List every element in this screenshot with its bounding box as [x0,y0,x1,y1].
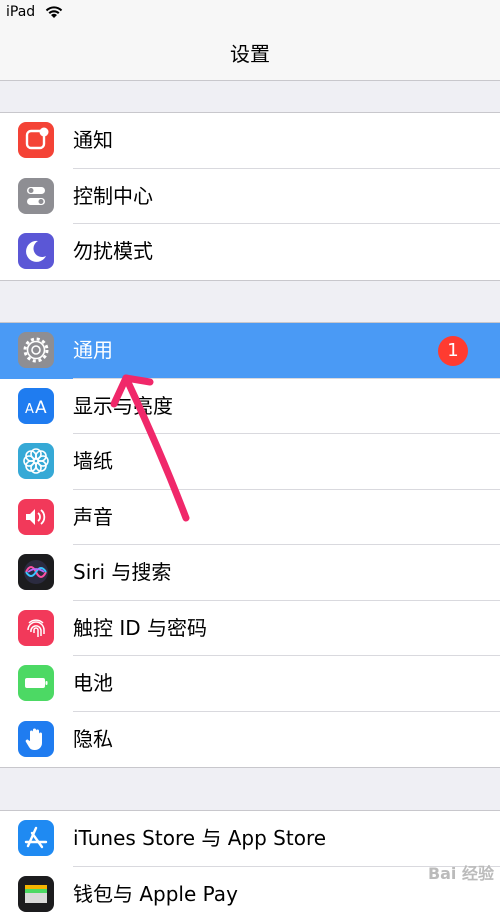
navigation-bar: 设置 [0,26,500,81]
moon-icon [18,233,54,269]
settings-row-battery[interactable]: 电池 [0,656,500,712]
hand-icon [18,721,54,757]
row-label: 电池 [73,656,113,711]
watermark: Bai 经验 [428,860,494,884]
carrier-label: iPad [6,4,35,20]
row-label: 显示与亮度 [73,379,173,434]
fingerprint-icon [18,610,54,646]
settings-row-control-center[interactable]: 控制中心 [0,169,500,225]
settings-group-3: iTunes Store 与 App Store 钱包与 Apple Pay [0,810,500,922]
svg-text:A: A [35,398,47,418]
settings-row-siri-search[interactable]: Siri 与搜索 [0,545,500,601]
row-label: 勿扰模式 [73,224,153,279]
row-label: 钱包与 Apple Pay [73,867,238,922]
display-brightness-icon: A A [18,388,54,424]
settings-group-1: 通知 控制中心 勿扰模式 [0,112,500,281]
settings-row-sounds[interactable]: 声音 [0,490,500,546]
settings-row-wallpaper[interactable]: 墙纸 [0,434,500,490]
wallet-icon [18,876,54,912]
row-label: 控制中心 [73,169,153,224]
settings-row-wallet-apple-pay[interactable]: 钱包与 Apple Pay [0,867,500,922]
notification-badge: 1 [438,336,468,366]
battery-icon [18,665,54,701]
row-label: 声音 [73,490,113,545]
settings-row-privacy[interactable]: 隐私 [0,712,500,768]
row-label: iTunes Store 与 App Store [73,811,326,866]
row-label: 触控 ID 与密码 [73,601,207,656]
wallpaper-icon [18,443,54,479]
settings-row-general[interactable]: 通用 1 [0,323,500,379]
settings-row-notifications[interactable]: 通知 [0,113,500,169]
row-label: Siri 与搜索 [73,545,171,600]
settings-group-2: 通用 1 A A 显示与亮度 墙纸 [0,322,500,768]
gear-icon [18,332,54,368]
settings-row-touch-id-passcode[interactable]: 触控 ID 与密码 [0,601,500,657]
svg-text:A: A [25,402,34,417]
app-store-icon [18,820,54,856]
row-label: 隐私 [73,712,113,767]
settings-row-itunes-app-store[interactable]: iTunes Store 与 App Store [0,811,500,867]
speaker-icon [18,499,54,535]
page-title: 设置 [0,38,500,67]
row-label: 通用 [73,323,113,378]
notifications-icon [18,122,54,158]
row-label: 通知 [73,113,113,168]
settings-row-do-not-disturb[interactable]: 勿扰模式 [0,224,500,280]
settings-row-display-brightness[interactable]: A A 显示与亮度 [0,379,500,435]
control-center-icon [18,178,54,214]
row-label: 墙纸 [73,434,113,489]
siri-icon [18,554,54,590]
status-bar: iPad [0,0,500,26]
wifi-icon [44,4,64,24]
